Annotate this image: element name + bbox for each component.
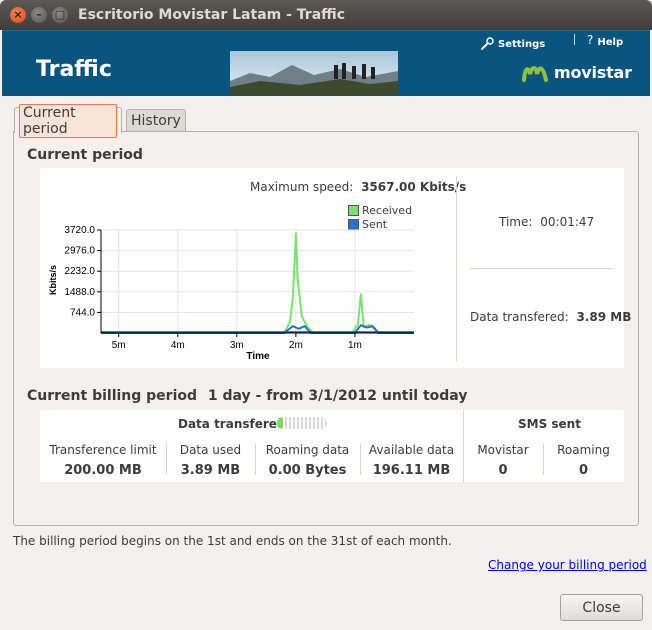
movistar-logo: movistar [522,63,632,82]
stats-divider [456,176,457,361]
max-speed: Maximum speed: 3567.00 Kbits/s [250,180,466,194]
data-used-label: Data used [179,443,242,457]
chart-y-tick-label: 2232.0 [64,266,95,277]
transference-limit-value: 200.00 MB [64,463,142,478]
sms-movistar-value: 0 [498,463,508,478]
roaming-data-value: 0.00 Bytes [268,463,347,478]
current-period-title: Current period [27,147,143,163]
help-icon: ? [587,32,594,47]
billing-divider-main [463,410,464,482]
time-stat: Time: 00:01:47 [499,215,594,229]
time-label: Time: [499,215,533,229]
billing-divider [543,443,544,475]
chart-x-axis-label: Time [246,351,270,362]
stats-hdivider [470,268,613,269]
data-transferred-header: Data transfered [178,417,286,431]
legend-received-label: Received [362,203,413,217]
chart-x-tick-label: 1m [348,340,362,351]
data-transferred-stat: Data transfered: 3.89 MB [470,310,631,324]
brand-name: movistar [554,63,632,82]
movistar-m-icon [522,65,548,82]
traffic-chart: 3720.02976.02232.01488.0744.05m 4m 3m 2m 1m … [48,225,414,362]
banner-image [230,51,398,95]
data-usage-progress [277,417,327,429]
settings-label: Settings [498,38,546,50]
tab-current-period-label: Current period [19,103,117,138]
billing-box: Data transfered SMS sent Transference li… [40,410,624,482]
chart-x-tick-label: 5m [112,340,126,351]
data-transferred-label: Data transfered: [470,310,569,324]
window-minimize-button[interactable]: – [31,7,47,23]
sms-movistar-label: Movistar [477,443,529,457]
chart-y-axis-label: Kbits/s [48,265,58,295]
billing-cell-used: Data used 3.89 MB [168,443,253,478]
billing-divider [255,443,256,475]
billing-period-text: 1 day - from 3/1/2012 until today [207,388,468,404]
app-header: Settings ? Help Traffic movistar [2,30,650,96]
window-maximize-button[interactable]: □ [52,7,68,23]
billing-title-label: Current billing period [27,388,198,404]
time-value: 00:01:47 [540,215,595,229]
billing-divider [360,443,361,475]
wrench-icon [481,37,494,50]
tab-current-period[interactable]: Current period [14,103,122,138]
sms-sent-header: SMS sent [518,417,581,431]
billing-divider [166,443,167,475]
chart-y-tick-label: 744.0 [70,307,95,318]
chart-x-tick-label: 4m [171,340,185,351]
chart-x-tick-label: 3m [230,340,244,351]
sms-roaming-label: Roaming [557,443,610,457]
max-speed-label: Maximum speed: [250,180,354,194]
help-link[interactable]: ? Help [587,33,624,49]
data-transferred-value: 3.89 MB [576,310,632,324]
data-usage-progress-fill [277,417,283,429]
chart-x-tick-label: 2m [289,340,303,351]
billing-cell-limit: Transference limit 200.00 MB [42,443,164,478]
header-separator [574,34,575,45]
chart-y-tick-label: 2976.0 [64,246,95,257]
roaming-data-label: Roaming data [265,443,350,457]
tab-history-label: History [131,113,181,129]
window-close-button[interactable]: × [10,7,26,23]
max-speed-value: 3567.00 Kbits/s [361,180,467,194]
available-data-label: Available data [368,443,455,457]
chart-y-tick-label: 3720.0 [64,225,95,236]
help-label: Help [597,37,624,48]
billing-cell-roaming-data: Roaming data 0.00 Bytes [257,443,358,478]
billing-cell-sms-movistar: Movistar 0 [465,443,541,478]
billing-note: The billing period begins on the 1st and… [13,534,452,548]
data-used-value: 3.89 MB [180,463,241,478]
sms-roaming-value: 0 [578,463,589,478]
legend-received-swatch [348,204,359,216]
page-title: Traffic [36,57,112,82]
transference-limit-label: Transference limit [49,443,157,457]
tab-history[interactable]: History [126,109,186,132]
window-title: Escritorio Movistar Latam - Traffic [78,7,346,23]
billing-cell-available: Available data 196.11 MB [362,443,461,478]
close-button[interactable]: Close [560,594,643,621]
chart-y-tick-label: 1488.0 [64,287,95,298]
billing-cell-sms-roaming: Roaming 0 [545,443,622,478]
billing-title: Current billing period 1 day - from 3/1/… [27,388,467,404]
window-titlebar: × – □ Escritorio Movistar Latam - Traffi… [0,0,652,30]
chart-series-received [101,232,414,334]
legend-received: Received [348,203,412,217]
available-data-value: 196.11 MB [372,463,451,478]
settings-link[interactable]: Settings [480,37,545,51]
change-billing-period-link[interactable]: Change your billing period [488,558,647,572]
